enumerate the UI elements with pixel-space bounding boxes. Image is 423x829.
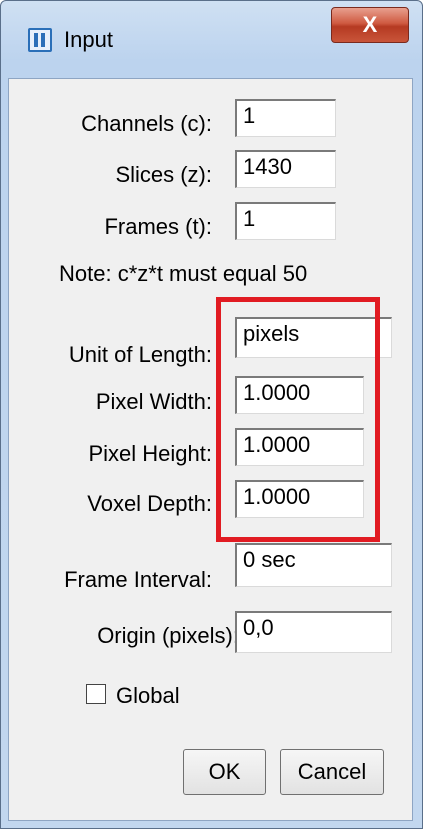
- channels-field[interactable]: 1: [235, 99, 336, 137]
- frames-field[interactable]: 1: [235, 202, 336, 240]
- origin-field[interactable]: 0,0: [235, 611, 392, 653]
- channels-label: Channels (c):: [81, 111, 212, 136]
- frame-interval-label: Frame Interval:: [64, 567, 212, 592]
- pixel-height-label: Pixel Height:: [88, 441, 212, 466]
- pixel-width-label: Pixel Width:: [95, 389, 212, 414]
- origin-label: Origin (pixels):: [97, 623, 239, 648]
- voxel-depth-label: Voxel Depth:: [87, 491, 212, 516]
- close-icon: X: [362, 12, 378, 37]
- slices-field[interactable]: 1430: [235, 150, 336, 188]
- cancel-button[interactable]: Cancel: [280, 749, 384, 795]
- title-bar[interactable]: Input X: [1, 1, 422, 79]
- window-title: Input: [64, 27, 113, 52]
- imagej-icon: [28, 28, 52, 52]
- ok-button[interactable]: OK: [183, 749, 266, 795]
- unit-of-length-label: Unit of Length:: [68, 342, 212, 367]
- slices-label: Slices (z):: [115, 162, 212, 187]
- frame-interval-field[interactable]: 0 sec: [235, 543, 392, 587]
- close-button[interactable]: X: [331, 7, 409, 43]
- global-label: Global: [116, 683, 180, 708]
- frames-label: Frames (t):: [104, 214, 212, 239]
- highlight-box: [216, 297, 380, 542]
- note-text: Note: c*z*t must equal 50: [59, 261, 308, 286]
- global-checkbox[interactable]: [86, 684, 106, 704]
